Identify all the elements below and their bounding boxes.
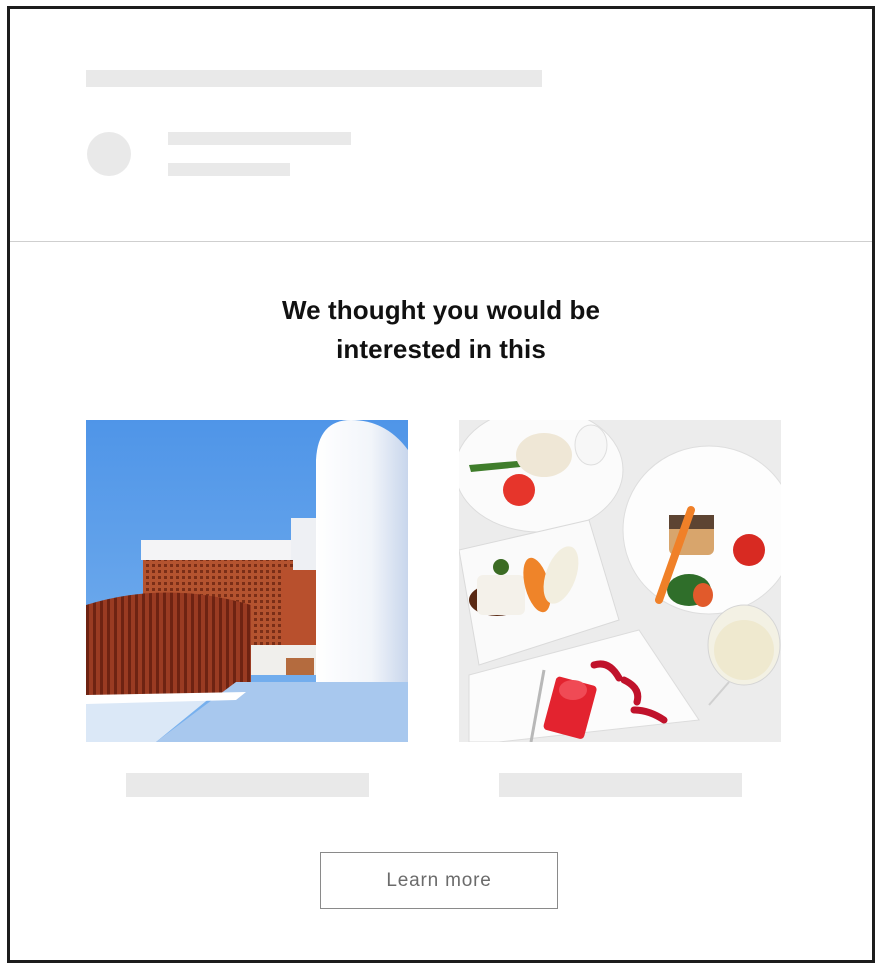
heading-line-1: We thought you would be <box>281 295 601 325</box>
card-caption-placeholder-1 <box>126 773 369 797</box>
name-placeholder <box>168 132 351 145</box>
section-divider <box>10 241 872 242</box>
email-frame: We thought you would be interested in th… <box>7 6 875 963</box>
card-caption-placeholder-2 <box>499 773 742 797</box>
avatar-placeholder <box>87 132 131 176</box>
architecture-photo[interactable] <box>86 420 408 742</box>
food-plates-photo[interactable] <box>459 420 781 742</box>
learn-more-button[interactable]: Learn more <box>320 852 558 909</box>
title-placeholder <box>86 70 542 87</box>
subtitle-placeholder <box>168 163 290 176</box>
heading-line-2: interested in this <box>336 334 546 364</box>
recommendation-heading: We thought you would be interested in th… <box>10 291 872 369</box>
